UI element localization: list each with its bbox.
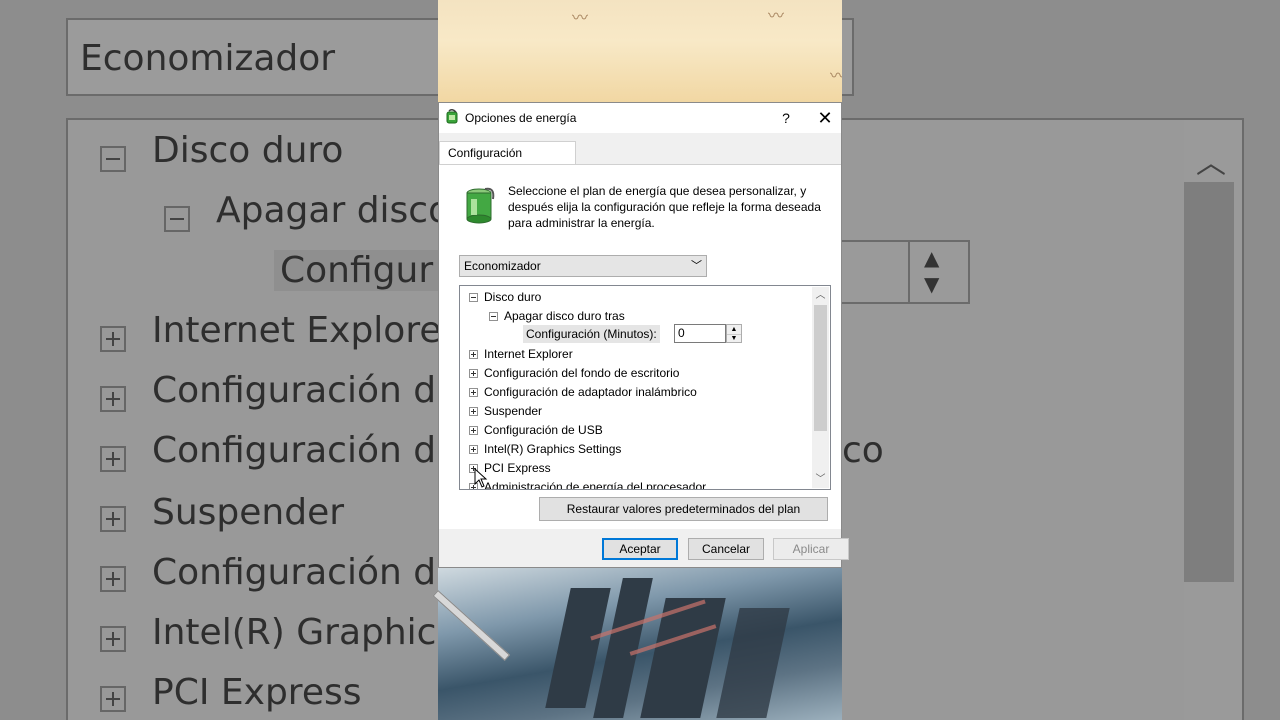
background-scroll-up-icon: ︿ [1196, 146, 1226, 181]
cancel-button[interactable]: Cancelar [688, 538, 764, 560]
dialog-title: Opciones de energía [465, 111, 577, 125]
background-line: Intel(R) Graphics [152, 612, 456, 653]
tree-item-label: Apagar disco duro tras [504, 309, 625, 323]
background-expand-icon [100, 686, 126, 712]
background-line: Configur [274, 250, 440, 291]
tree-item-label: Administración de energía del procesador [484, 480, 707, 490]
chevron-down-icon: ﹀ [691, 260, 702, 272]
spin-down-icon[interactable]: ▼ [727, 334, 741, 343]
restore-defaults-button[interactable]: Restaurar valores predeterminados del pl… [539, 497, 828, 521]
power-options-dialog: Opciones de energía ? ✕ Configuración av… [438, 102, 849, 568]
settings-tree[interactable]: Disco duro Apagar disco duro tras Config… [459, 285, 831, 490]
tree-item-label: Intel(R) Graphics Settings [484, 442, 622, 456]
tree-item-label: Disco duro [484, 290, 542, 304]
expand-icon[interactable] [469, 426, 478, 435]
background-line: Configuración d [152, 370, 437, 411]
bird-icon: 〰 [830, 62, 842, 86]
tree-scrollbar[interactable]: ︿ ﹀ [812, 287, 829, 488]
minutes-spinner[interactable]: ▲ ▼ [726, 324, 742, 343]
wallpaper-rock [716, 608, 790, 718]
expand-icon[interactable] [469, 350, 478, 359]
background-combo-text: Economizador [80, 38, 336, 79]
background-expand-icon [100, 386, 126, 412]
ok-button[interactable]: Aceptar [602, 538, 678, 560]
background-scroll-thumb [1184, 182, 1234, 582]
scroll-down-icon[interactable]: ﹀ [812, 471, 829, 488]
background-expand-icon [100, 506, 126, 532]
collapse-icon[interactable] [489, 312, 498, 321]
expand-icon[interactable] [469, 388, 478, 397]
tree-item-label: Internet Explorer [484, 347, 573, 361]
advanced-settings-panel: Seleccione el plan de energía que desea … [439, 164, 841, 529]
plan-selector-value: Economizador [464, 259, 541, 273]
background-spinner: ▲ ▼ [840, 240, 970, 304]
title-bar[interactable]: Opciones de energía ? ✕ [439, 103, 841, 133]
background-expand-icon [100, 446, 126, 472]
background-line: Apagar disco [216, 190, 451, 231]
background-expand-icon [100, 566, 126, 592]
background-line: Suspender [152, 492, 345, 533]
apply-button[interactable]: Aplicar [773, 538, 849, 560]
tree-item-label: Configuración de USB [484, 423, 603, 437]
tree-item-label: Configuración del fondo de escritorio [484, 366, 680, 380]
background-fragment: co [842, 430, 884, 471]
tab-advanced-settings[interactable]: Configuración avanzada [439, 141, 576, 182]
tree-item-label: Configuración de adaptador inalámbrico [484, 385, 697, 399]
background-line: Disco duro [152, 130, 344, 171]
background-expand-icon [100, 626, 126, 652]
help-button[interactable]: ? [771, 103, 801, 133]
instructions-text: Seleccione el plan de energía que desea … [508, 184, 821, 230]
expand-icon[interactable] [469, 369, 478, 378]
background-line: Configuración d [152, 552, 437, 593]
expand-icon[interactable] [469, 445, 478, 454]
mouse-cursor-icon [474, 468, 488, 488]
minutes-input[interactable]: 0 [674, 324, 726, 343]
battery-plan-icon [466, 187, 495, 224]
background-line: Configuración d [152, 430, 437, 471]
close-button[interactable]: ✕ [809, 103, 841, 133]
collapse-icon[interactable] [469, 293, 478, 302]
bird-icon: 〰 [572, 8, 589, 27]
background-collapse-icon [100, 146, 126, 172]
tree-item-label: PCI Express [484, 461, 551, 475]
background-collapse-icon [164, 206, 190, 232]
background-expand-icon [100, 326, 126, 352]
bird-icon: 〰 [768, 6, 785, 25]
expand-icon[interactable] [469, 407, 478, 416]
power-options-icon [446, 109, 458, 124]
scroll-up-icon[interactable]: ︿ [812, 287, 829, 304]
scroll-thumb[interactable] [814, 305, 827, 431]
plan-selector-dropdown[interactable]: Economizador ﹀ [459, 255, 707, 277]
wallpaper-top: 〰 〰 〰 [438, 0, 842, 102]
background-line: Internet Explorer [152, 310, 457, 351]
setting-label: Configuración (Minutos): [523, 325, 660, 343]
background-line: PCI Express [152, 672, 362, 713]
tree-item-label: Suspender [484, 404, 543, 418]
